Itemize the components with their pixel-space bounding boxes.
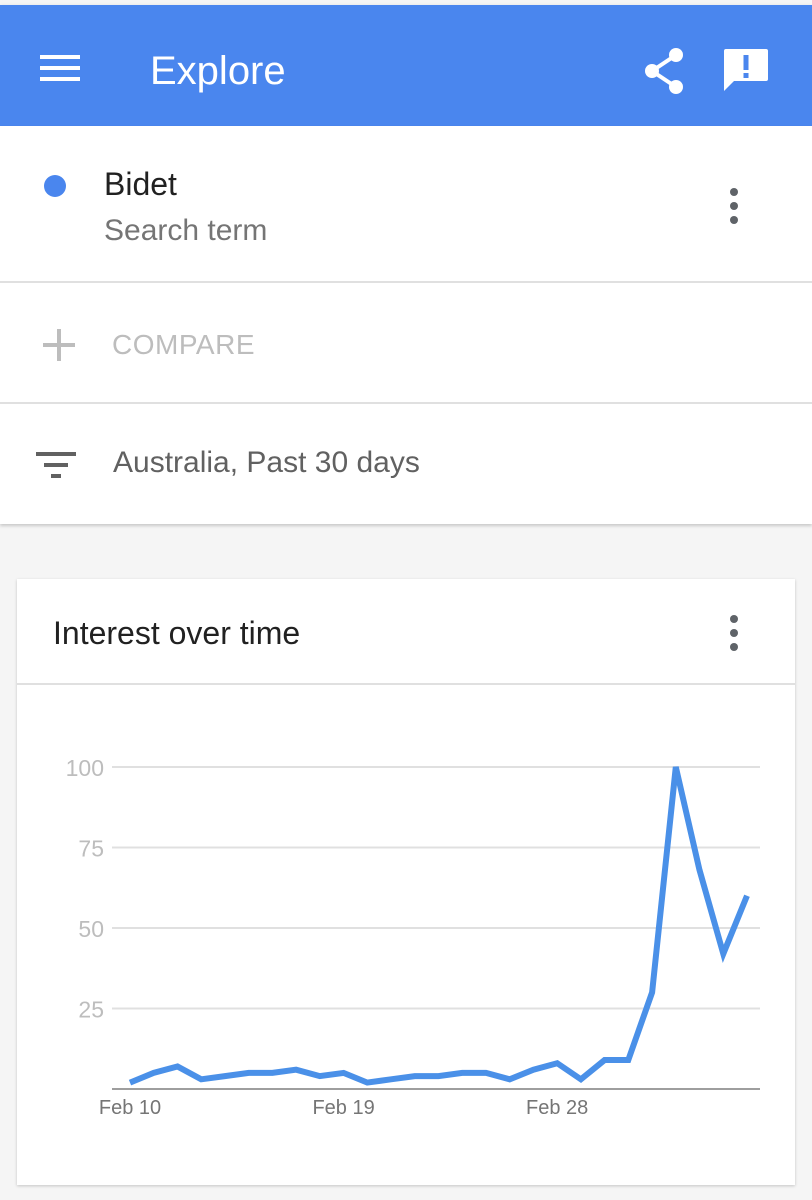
interest-chart: 25 50 75 100 Feb 10 Feb 19 Feb 28: [66, 755, 760, 1119]
share-icon: [645, 48, 683, 94]
x-tick-label: Feb 19: [312, 1097, 374, 1119]
x-tick-label: Feb 10: [99, 1097, 161, 1119]
more-vert-icon: [722, 188, 746, 224]
app-bar: Explore: [0, 5, 812, 126]
y-tick-label: 75: [78, 836, 104, 862]
interest-over-time-card: Interest over time 25 50 75 100 Feb 10 Feb 19…: [17, 579, 795, 1185]
y-tick-label: 100: [66, 755, 104, 781]
x-tick-label: Feb 28: [526, 1097, 588, 1119]
compare-button[interactable]: COMPARE: [0, 283, 812, 404]
filter-row[interactable]: Australia, Past 30 days: [0, 404, 812, 524]
filter-summary: Australia, Past 30 days: [113, 446, 420, 479]
search-term-name: Bidet: [104, 166, 177, 202]
term-color-dot: [44, 175, 66, 197]
y-tick-label: 25: [78, 997, 104, 1023]
search-term-row[interactable]: Bidet Search term: [0, 126, 812, 283]
series-line: [128, 766, 750, 1086]
term-more-button[interactable]: [722, 184, 746, 228]
search-term-type: Search term: [104, 214, 268, 247]
query-panel: Bidet Search term COMPARE Australia, Pas…: [0, 126, 812, 524]
feedback-icon: [724, 49, 768, 91]
filter-icon: [36, 452, 76, 478]
page-title: Explore: [150, 49, 286, 93]
share-button[interactable]: [640, 45, 688, 97]
menu-icon: [40, 55, 80, 81]
feedback-button[interactable]: [720, 45, 772, 97]
compare-label: COMPARE: [112, 329, 255, 360]
menu-button[interactable]: [38, 49, 82, 83]
y-tick-label: 50: [78, 916, 104, 942]
plus-icon: [43, 329, 75, 361]
